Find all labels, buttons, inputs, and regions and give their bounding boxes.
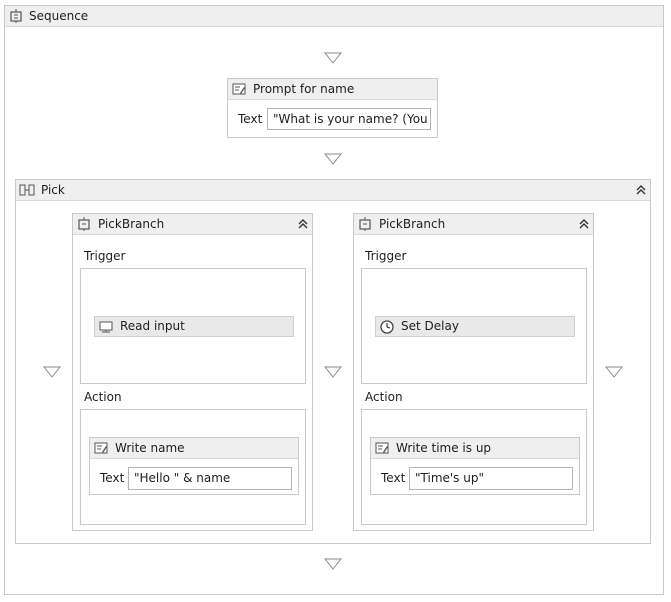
set-delay-label: Set Delay — [401, 319, 459, 333]
pickbranch-header[interactable]: PickBranch — [73, 214, 312, 235]
writeline-icon — [232, 82, 246, 99]
pickbranch-icon — [77, 217, 91, 234]
write-name-activity[interactable]: Write name Text "Hello " & name — [89, 437, 299, 495]
sequence-icon — [9, 9, 23, 26]
action-label: Action — [84, 390, 122, 404]
pickbranch-icon — [358, 217, 372, 234]
collapse-chevrons-icon[interactable] — [577, 217, 591, 231]
sequence-title: Sequence — [29, 9, 89, 23]
drop-target-icon[interactable] — [323, 153, 343, 168]
writeline-icon — [94, 441, 108, 458]
pickbranch-activity[interactable]: PickBranch Trigger Read input Action Wri… — [72, 213, 313, 531]
pickbranch-title: PickBranch — [379, 217, 446, 231]
write-name-header[interactable]: Write name — [90, 438, 298, 459]
prompt-text-label: Text — [238, 112, 263, 126]
drop-target-icon[interactable] — [604, 366, 624, 381]
read-input-icon — [98, 319, 114, 338]
action-area[interactable]: Write time is up Text "Time's up" — [361, 409, 587, 525]
set-delay-activity[interactable]: Set Delay — [375, 316, 575, 337]
action-area[interactable]: Write name Text "Hello " & name — [80, 409, 306, 525]
pick-icon — [19, 183, 35, 200]
pickbranch-header[interactable]: PickBranch — [354, 214, 593, 235]
write-name-text-label: Text — [100, 471, 125, 485]
write-name-title: Write name — [115, 441, 185, 455]
action-label: Action — [365, 390, 403, 404]
write-time-up-text-label: Text — [381, 471, 406, 485]
clock-icon — [379, 319, 395, 338]
write-time-up-header[interactable]: Write time is up — [371, 438, 579, 459]
drop-target-icon[interactable] — [323, 366, 343, 381]
pick-header[interactable]: Pick — [16, 180, 650, 201]
drop-target-icon[interactable] — [323, 558, 343, 573]
write-time-up-text-field[interactable]: "Time's up" — [409, 467, 573, 490]
trigger-label: Trigger — [84, 249, 126, 263]
trigger-area[interactable]: Read input — [80, 268, 306, 384]
writeline-icon — [375, 441, 389, 458]
pickbranch-title: PickBranch — [98, 217, 165, 231]
trigger-area[interactable]: Set Delay — [361, 268, 587, 384]
pick-title: Pick — [41, 183, 65, 197]
write-time-up-activity[interactable]: Write time is up Text "Time's up" — [370, 437, 580, 495]
prompt-activity[interactable]: Prompt for name Text "What is your name?… — [227, 78, 438, 138]
collapse-chevrons-icon[interactable] — [634, 183, 648, 197]
trigger-label: Trigger — [365, 249, 407, 263]
prompt-header[interactable]: Prompt for name — [228, 79, 437, 100]
prompt-text-field[interactable]: "What is your name? (You ha — [267, 108, 431, 130]
pickbranch-activity[interactable]: PickBranch Trigger Set Delay Action Writ… — [353, 213, 594, 531]
drop-target-icon[interactable] — [42, 366, 62, 381]
read-input-label: Read input — [120, 319, 185, 333]
drop-target-icon[interactable] — [323, 52, 343, 67]
write-name-text-field[interactable]: "Hello " & name — [128, 467, 292, 490]
sequence-header[interactable]: Sequence — [5, 6, 663, 27]
prompt-title: Prompt for name — [253, 82, 355, 96]
write-time-up-title: Write time is up — [396, 441, 492, 455]
read-input-activity[interactable]: Read input — [94, 316, 294, 337]
collapse-chevrons-icon[interactable] — [296, 217, 310, 231]
